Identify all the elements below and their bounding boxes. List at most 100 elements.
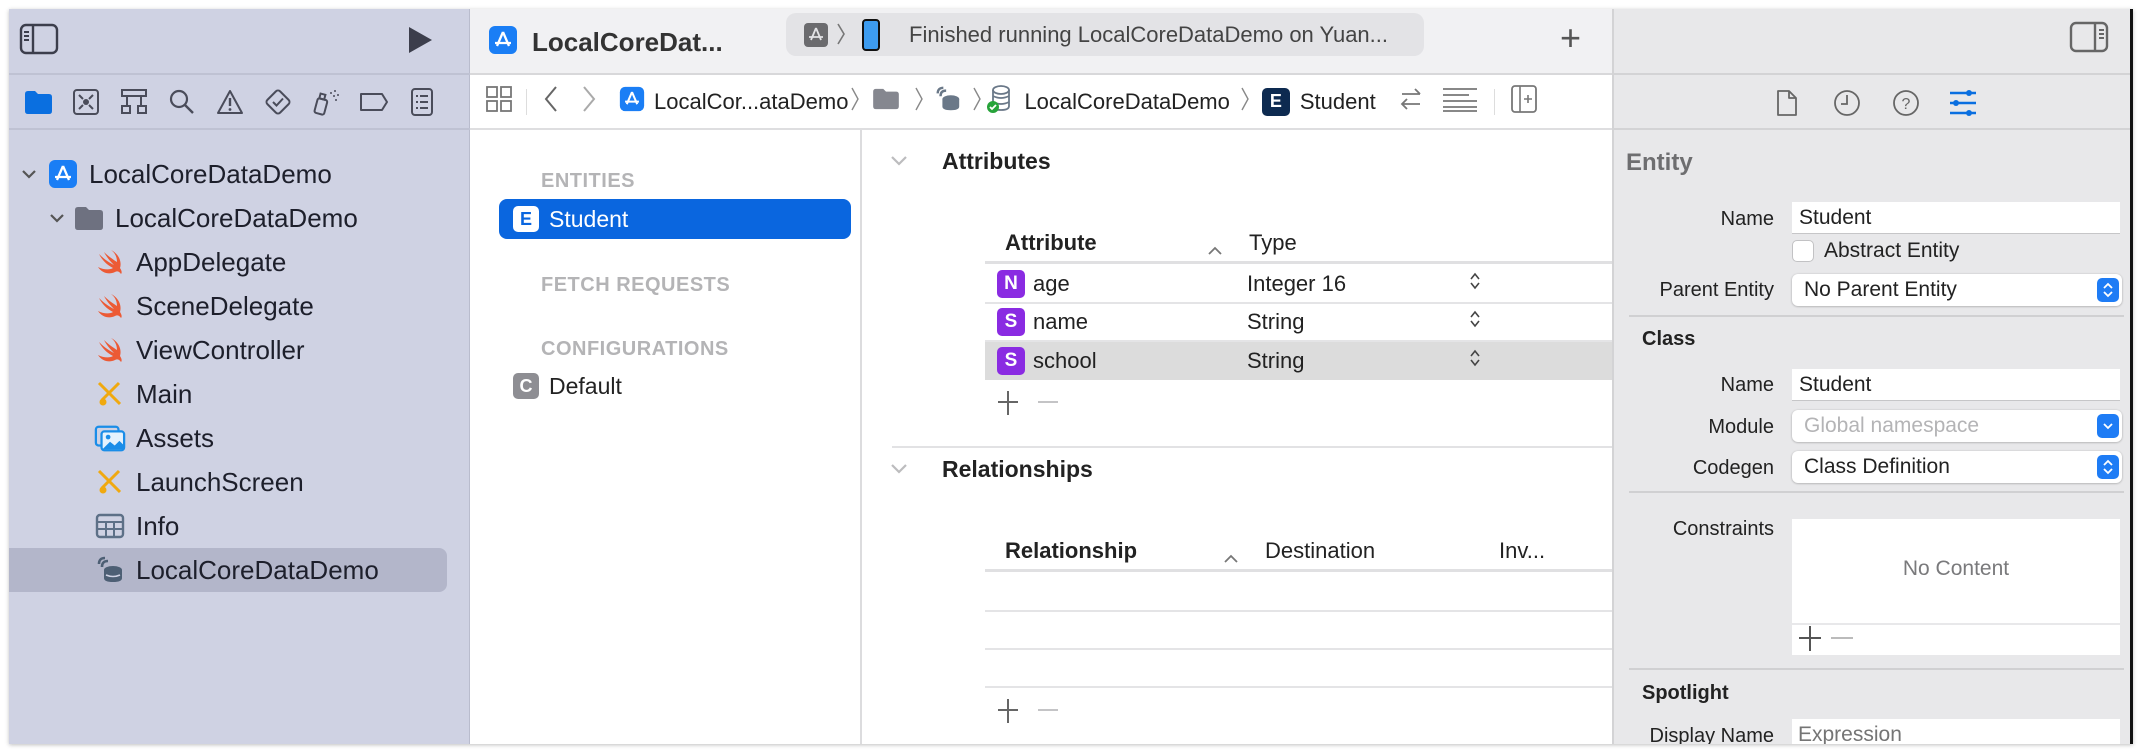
module-select[interactable]: Global namespace [1792, 410, 2122, 442]
section-header-fetch-requests: FETCH REQUESTS [541, 274, 731, 296]
iphone-device-icon[interactable] [862, 19, 880, 56]
tree-item-file[interactable]: SceneDelegate [9, 284, 470, 328]
jumpbar-crumb-entity[interactable]: Student [1300, 89, 1376, 115]
class-name-field[interactable]: Student [1792, 369, 2120, 401]
chevron-down-icon[interactable] [890, 459, 916, 480]
hierarchy-icon[interactable] [117, 85, 151, 119]
remove-attribute-button[interactable] [1037, 385, 1059, 424]
tree-item-file[interactable]: ViewController [9, 328, 470, 372]
tree-item-file[interactable]: Info [9, 504, 470, 548]
spray-icon[interactable] [309, 85, 343, 119]
breakpoint-icon[interactable] [357, 85, 391, 119]
tree-item-project[interactable]: LocalCoreDataDemo [9, 152, 470, 196]
codegen-value: Class Definition [1804, 455, 1950, 478]
type-stepper-icon[interactable] [1469, 309, 1481, 335]
divider [1629, 491, 2124, 493]
navigator-pane: LocalCoreDataDemo LocalCoreDataDemo AppD… [9, 9, 470, 744]
remove-relationship-button[interactable] [1037, 693, 1059, 732]
column-header-attribute[interactable]: Attribute [1005, 230, 1097, 256]
datamodel-icon[interactable] [934, 85, 962, 119]
chevron-down-icon[interactable] [46, 207, 68, 229]
attribute-row[interactable]: N age Integer 16 [985, 266, 1612, 304]
run-button[interactable] [402, 23, 436, 62]
storyboard-icon [94, 466, 126, 498]
tree-item-file[interactable]: LaunchScreen [9, 460, 470, 504]
xcode-window: LocalCoreDataDemo LocalCoreDataDemo AppD… [9, 9, 2133, 744]
attributes-section-header[interactable]: Attributes [862, 148, 1051, 175]
sort-ascending-icon[interactable] [1223, 544, 1239, 570]
chevron-down-icon[interactable] [18, 163, 40, 185]
attributes-inspector-icon[interactable] [1949, 89, 1977, 122]
column-header-type[interactable]: Type [1249, 230, 1297, 256]
tree-item-label: LocalCoreDataDemo [89, 158, 332, 189]
toggle-inspector-icon[interactable] [2069, 21, 2109, 58]
relationship-add-remove [997, 693, 1059, 732]
entity-name-field[interactable]: Student [1792, 202, 2120, 234]
parent-entity-select[interactable]: No Parent Entity [1792, 274, 2122, 306]
folder-icon[interactable] [872, 88, 900, 116]
attribute-type[interactable]: String [1247, 348, 1469, 374]
column-header-destination[interactable]: Destination [1265, 538, 1375, 564]
inspector-tab-bar: ? [1612, 75, 2130, 130]
attribute-name[interactable]: age [1033, 271, 1247, 297]
add-tab-button[interactable]: + [1560, 17, 1581, 59]
display-name-input[interactable] [1792, 719, 2120, 744]
app-scheme-icon[interactable] [804, 23, 828, 52]
jump-bar: LocalCor...ataDemo LocalCoreDataDemo E S… [470, 75, 1612, 130]
test-diamond-icon[interactable] [261, 85, 295, 119]
source-control-icon[interactable] [69, 85, 103, 119]
abstract-entity-checkbox[interactable] [1792, 240, 1814, 262]
help-inspector-icon[interactable]: ? [1892, 89, 1920, 122]
jumpbar-crumb-project[interactable]: LocalCor...ataDemo [654, 89, 848, 115]
search-icon[interactable] [165, 85, 199, 119]
history-inspector-icon[interactable] [1833, 89, 1861, 122]
attribute-row[interactable]: S name String [985, 304, 1612, 342]
attribute-type[interactable]: Integer 16 [1247, 271, 1469, 297]
attribute-row-selected[interactable]: S school String [985, 342, 1612, 380]
warning-icon[interactable] [213, 85, 247, 119]
attribute-name[interactable]: school [1033, 348, 1247, 374]
column-header-inverse[interactable]: Inv... [1499, 538, 1545, 564]
chevron-down-icon[interactable] [890, 151, 916, 172]
swift-icon [94, 246, 126, 278]
constraints-list[interactable]: No Content [1792, 519, 2120, 623]
sort-ascending-icon[interactable] [1207, 236, 1223, 262]
activity-status-bar[interactable]: Finished running LocalCoreDataDemo on Yu… [786, 13, 1424, 56]
tree-item-file[interactable]: AppDelegate [9, 240, 470, 284]
remove-constraint-button[interactable] [1830, 625, 1854, 656]
entity-label: Student [549, 205, 629, 232]
attribute-type[interactable]: String [1247, 309, 1469, 335]
back-button[interactable] [543, 85, 559, 119]
configuration-item[interactable]: C Default [499, 366, 851, 406]
tree-item-file[interactable]: Main [9, 372, 470, 416]
tree-item-group[interactable]: LocalCoreDataDemo [9, 196, 470, 240]
add-attribute-button[interactable] [997, 385, 1019, 424]
type-stepper-icon[interactable] [1469, 271, 1481, 297]
column-header-relationship[interactable]: Relationship [1005, 538, 1137, 564]
entity-outline-pane: ENTITIES E Student FETCH REQUESTS CONFIG… [470, 130, 862, 744]
add-editor-icon[interactable] [1510, 84, 1537, 119]
relationships-section-header[interactable]: Relationships [862, 456, 1093, 483]
forward-button[interactable] [581, 85, 597, 119]
abstract-entity-label: Abstract Entity [1824, 239, 1960, 262]
report-icon[interactable] [405, 85, 439, 119]
related-items-icon[interactable] [486, 85, 512, 118]
tree-item-file-selected[interactable]: LocalCoreDataDemo [9, 548, 470, 592]
toggle-navigator-icon[interactable] [19, 23, 59, 60]
parent-entity-value: No Parent Entity [1804, 278, 1957, 301]
entity-badge-icon: E [1261, 87, 1290, 116]
tree-item-label: LocalCoreDataDemo [136, 554, 379, 585]
entity-name-label: Name [1720, 208, 1774, 230]
add-constraint-button[interactable] [1798, 625, 1822, 656]
codegen-select[interactable]: Class Definition [1792, 451, 2122, 483]
file-inspector-icon[interactable] [1776, 89, 1798, 122]
attribute-name[interactable]: name [1033, 309, 1247, 335]
editor-options-icon[interactable] [1442, 86, 1478, 118]
switch-editor-icon[interactable] [1398, 86, 1424, 118]
add-relationship-button[interactable] [997, 693, 1019, 732]
tree-item-file[interactable]: Assets [9, 416, 470, 460]
jumpbar-crumb-datamodel[interactable]: LocalCoreDataDemo [1024, 89, 1229, 115]
folder-icon[interactable] [21, 85, 55, 119]
entity-item-selected[interactable]: E Student [499, 199, 851, 239]
type-stepper-icon[interactable] [1469, 348, 1481, 374]
